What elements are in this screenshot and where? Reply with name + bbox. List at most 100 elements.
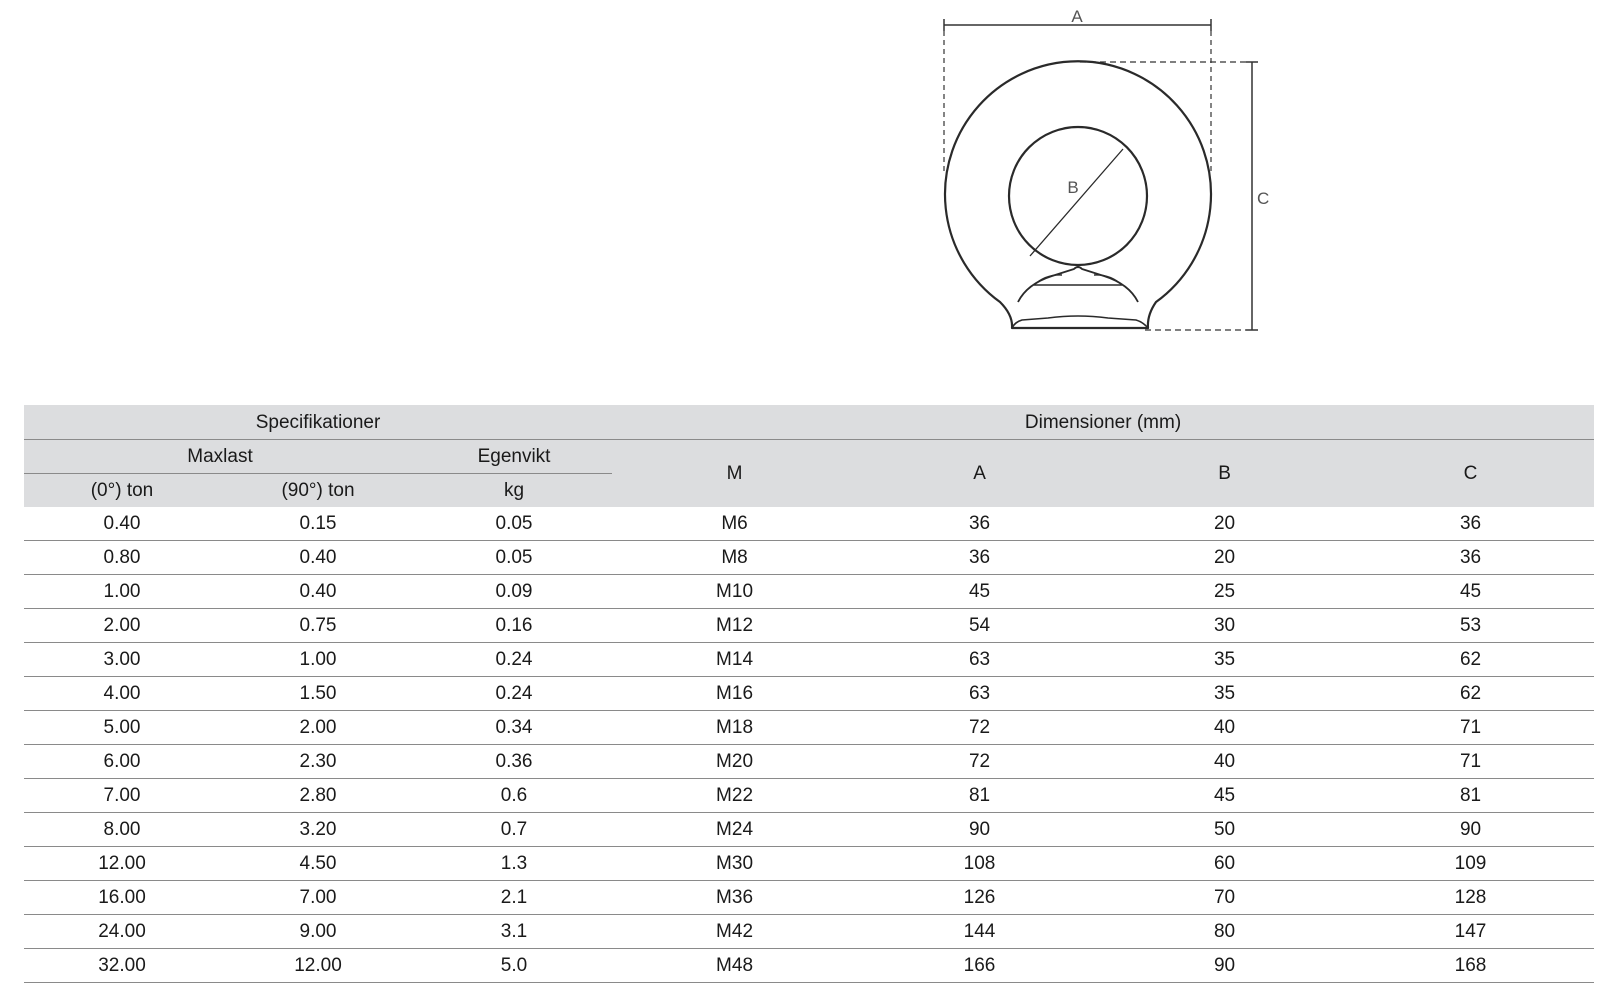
c-cell: 36 bbox=[1347, 507, 1595, 541]
dimension-c-label: C bbox=[1257, 189, 1269, 208]
b-cell: 35 bbox=[1102, 676, 1348, 711]
a-cell: 63 bbox=[857, 642, 1103, 677]
load-90-cell: 0.75 bbox=[220, 608, 416, 643]
c-cell: 62 bbox=[1347, 676, 1595, 711]
c-cell: 147 bbox=[1347, 914, 1595, 949]
table-row: 0.40 0.15 0.05 M6 36 20 36 bbox=[24, 507, 1595, 541]
load-90-cell: 0.40 bbox=[220, 574, 416, 609]
table-row: 8.00 3.20 0.7 M24 90 50 90 bbox=[24, 812, 1595, 847]
b-cell: 25 bbox=[1102, 574, 1348, 609]
ring-nut-drawing: A C B bbox=[943, 7, 1269, 331]
b-cell: 35 bbox=[1102, 642, 1348, 677]
load-90-cell: 0.15 bbox=[220, 507, 416, 541]
b-header: B bbox=[1102, 439, 1348, 507]
c-cell: 128 bbox=[1347, 880, 1595, 915]
table-row: 6.00 2.30 0.36 M20 72 40 71 bbox=[24, 744, 1595, 779]
a-cell: 81 bbox=[857, 778, 1103, 813]
c-cell: 90 bbox=[1347, 812, 1595, 847]
a-cell: 72 bbox=[857, 710, 1103, 745]
m-cell: M22 bbox=[612, 778, 858, 813]
b-cell: 80 bbox=[1102, 914, 1348, 949]
m-cell: M20 bbox=[612, 744, 858, 779]
load-90-cell: 1.00 bbox=[220, 642, 416, 677]
load-0-cell: 6.00 bbox=[24, 744, 220, 779]
weight-cell: 0.05 bbox=[416, 540, 613, 575]
b-cell: 50 bbox=[1102, 812, 1348, 847]
b-cell: 90 bbox=[1102, 948, 1348, 983]
dimension-b-label: B bbox=[1067, 178, 1078, 197]
load-90-cell: 12.00 bbox=[220, 948, 416, 983]
c-cell: 81 bbox=[1347, 778, 1595, 813]
weight-cell: 0.24 bbox=[416, 676, 613, 711]
load-0-cell: 5.00 bbox=[24, 710, 220, 745]
load-0-cell: 8.00 bbox=[24, 812, 220, 847]
specification-table: Specifikationer Dimensioner (mm) Maxlast… bbox=[24, 405, 1595, 983]
a-cell: 90 bbox=[857, 812, 1103, 847]
load-0-cell: 0.40 bbox=[24, 507, 220, 541]
load-0-cell: 12.00 bbox=[24, 846, 220, 881]
m-cell: M48 bbox=[612, 948, 858, 983]
table-row: 1.00 0.40 0.09 M10 45 25 45 bbox=[24, 574, 1595, 609]
table-row: 24.00 9.00 3.1 M42 144 80 147 bbox=[24, 914, 1595, 949]
weight-unit-header: kg bbox=[416, 473, 613, 507]
group-header-row: Specifikationer Dimensioner (mm) bbox=[24, 405, 1595, 440]
m-cell: M24 bbox=[612, 812, 858, 847]
load-0-header: (0°) ton bbox=[24, 473, 220, 507]
b-cell: 60 bbox=[1102, 846, 1348, 881]
m-cell: M18 bbox=[612, 710, 858, 745]
load-90-cell: 2.00 bbox=[220, 710, 416, 745]
weight-cell: 0.7 bbox=[416, 812, 613, 847]
c-cell: 36 bbox=[1347, 540, 1595, 575]
load-90-cell: 2.80 bbox=[220, 778, 416, 813]
table-row: 16.00 7.00 2.1 M36 126 70 128 bbox=[24, 880, 1595, 915]
table-row: 2.00 0.75 0.16 M12 54 30 53 bbox=[24, 608, 1595, 643]
load-90-cell: 9.00 bbox=[220, 914, 416, 949]
c-cell: 71 bbox=[1347, 710, 1595, 745]
table-row: 12.00 4.50 1.3 M30 108 60 109 bbox=[24, 846, 1595, 881]
m-cell: M10 bbox=[612, 574, 858, 609]
b-cell: 40 bbox=[1102, 710, 1348, 745]
dimensions-group-header: Dimensioner (mm) bbox=[612, 405, 1595, 440]
a-cell: 166 bbox=[857, 948, 1103, 983]
load-90-cell: 0.40 bbox=[220, 540, 416, 575]
a-cell: 144 bbox=[857, 914, 1103, 949]
a-header: A bbox=[857, 439, 1103, 507]
load-0-cell: 1.00 bbox=[24, 574, 220, 609]
maxlast-header: Maxlast bbox=[24, 439, 416, 474]
b-cell: 30 bbox=[1102, 608, 1348, 643]
c-cell: 71 bbox=[1347, 744, 1595, 779]
load-90-cell: 3.20 bbox=[220, 812, 416, 847]
a-cell: 108 bbox=[857, 846, 1103, 881]
egenvikt-header: Egenvikt bbox=[416, 439, 613, 474]
load-0-cell: 7.00 bbox=[24, 778, 220, 813]
load-0-cell: 0.80 bbox=[24, 540, 220, 575]
m-cell: M36 bbox=[612, 880, 858, 915]
a-cell: 63 bbox=[857, 676, 1103, 711]
dimension-a bbox=[943, 19, 1212, 175]
b-cell: 40 bbox=[1102, 744, 1348, 779]
m-cell: M8 bbox=[612, 540, 858, 575]
weight-cell: 5.0 bbox=[416, 948, 613, 983]
load-90-header: (90°) ton bbox=[220, 473, 416, 507]
a-cell: 126 bbox=[857, 880, 1103, 915]
c-cell: 45 bbox=[1347, 574, 1595, 609]
weight-cell: 1.3 bbox=[416, 846, 613, 881]
weight-cell: 0.6 bbox=[416, 778, 613, 813]
c-cell: 109 bbox=[1347, 846, 1595, 881]
m-cell: M14 bbox=[612, 642, 858, 677]
table-body: 0.40 0.15 0.05 M6 36 20 36 0.80 0.40 0.05 M8 36 20 36… bbox=[24, 507, 1595, 983]
load-0-cell: 24.00 bbox=[24, 914, 220, 949]
a-cell: 54 bbox=[857, 608, 1103, 643]
load-0-cell: 4.00 bbox=[24, 676, 220, 711]
b-cell: 20 bbox=[1102, 507, 1348, 541]
weight-cell: 0.16 bbox=[416, 608, 613, 643]
c-cell: 62 bbox=[1347, 642, 1595, 677]
a-cell: 45 bbox=[857, 574, 1103, 609]
weight-cell: 2.1 bbox=[416, 880, 613, 915]
b-cell: 70 bbox=[1102, 880, 1348, 915]
weight-cell: 0.34 bbox=[416, 710, 613, 745]
b-cell: 20 bbox=[1102, 540, 1348, 575]
m-header: M bbox=[612, 439, 858, 507]
specs-group-header: Specifikationer bbox=[24, 405, 613, 440]
table-row: 0.80 0.40 0.05 M8 36 20 36 bbox=[24, 540, 1595, 575]
